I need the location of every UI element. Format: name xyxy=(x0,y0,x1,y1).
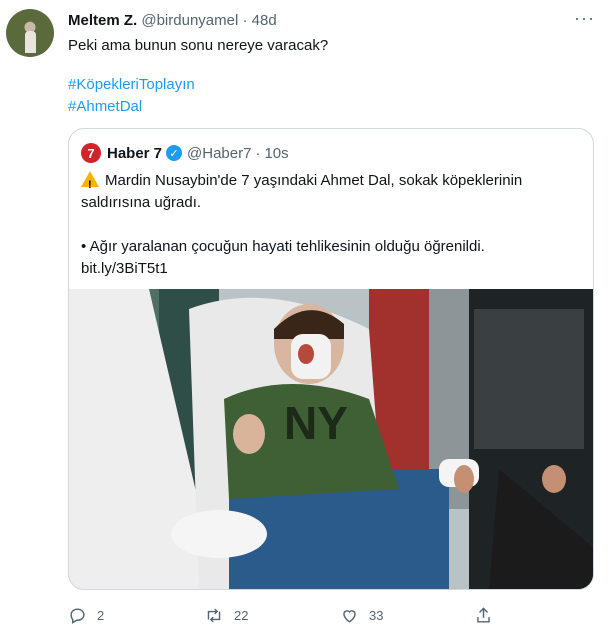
like-icon xyxy=(343,610,356,623)
tweet-header: Meltem Z. @birdunyamel · 48d xyxy=(68,12,277,29)
hashtag-link[interactable]: #KöpekleriToplayın xyxy=(68,76,195,93)
quoted-text: ! Mardin Nusaybin'de 7 yaşındaki Ahmet Da… xyxy=(81,169,581,280)
hashtag-link[interactable]: #AhmetDal xyxy=(68,98,142,115)
tweet-text: Peki ama bunun sonu nereye varacak? xyxy=(68,37,329,54)
reply-count: 2 xyxy=(97,608,105,623)
author-handle[interactable]: @birdunyamel xyxy=(141,12,238,29)
tweet-time[interactable]: 48d xyxy=(252,12,277,29)
share-icon xyxy=(477,607,490,623)
quoted-handle: @Haber7 xyxy=(187,144,252,162)
quoted-line-1: Mardin Nusaybin'de 7 yaşındaki Ahmet Dal… xyxy=(81,172,523,211)
reply-icon xyxy=(70,608,85,624)
quoted-author-name: Haber 7 xyxy=(107,144,163,162)
like-count: 33 xyxy=(369,608,384,623)
quoted-link[interactable]: bit.ly/3BiT5t1 xyxy=(81,258,581,280)
reply-button[interactable]: 2 xyxy=(68,606,104,625)
haber7-logo: 7 xyxy=(81,143,101,163)
news-photo[interactable]: NY xyxy=(69,289,593,589)
more-icon[interactable]: ··· xyxy=(574,8,595,29)
avatar[interactable] xyxy=(6,9,54,57)
retweet-button[interactable]: 22 xyxy=(204,606,248,625)
author-name[interactable]: Meltem Z. xyxy=(68,12,137,29)
share-button[interactable] xyxy=(474,606,503,625)
quoted-line-2: • Ağır yaralanan çocuğun hayati tehlikes… xyxy=(81,238,485,255)
quoted-tweet[interactable]: 7 Haber 7 ✓ @Haber7 · 10s ! Mardin Nusayb… xyxy=(68,128,594,590)
retweet-icon xyxy=(207,608,221,623)
retweet-count: 22 xyxy=(234,608,249,623)
news-photo-illustration: NY xyxy=(69,289,593,589)
quoted-time: 10s xyxy=(264,144,289,162)
warning-icon: ! xyxy=(81,171,99,191)
verified-icon: ✓ xyxy=(166,145,183,161)
quoted-header: 7 Haber 7 ✓ @Haber7 · 10s xyxy=(81,143,289,163)
like-button[interactable]: 33 xyxy=(340,606,383,625)
photo-shirt-letters: NY xyxy=(284,397,348,449)
